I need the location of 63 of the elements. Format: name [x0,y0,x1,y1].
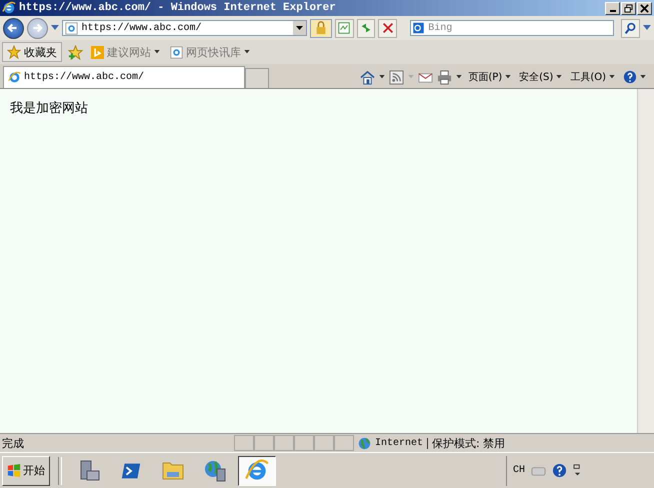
help-button[interactable] [621,70,648,84]
browser-tab[interactable]: https://www.abc.com/ [3,66,245,88]
caret-icon [505,75,512,79]
help-icon[interactable] [552,463,567,478]
window-title: https://www.abc.com/ - Windows Internet Explorer [19,2,336,14]
search-button[interactable] [621,18,640,38]
stop-icon [380,21,395,35]
globe-icon [358,436,371,450]
status-pane [334,435,354,451]
status-pane [314,435,334,451]
ie-page-icon [170,46,183,58]
favorites-button[interactable]: 收藏夹 [2,42,62,62]
home-icon[interactable] [360,70,376,84]
stop-button[interactable] [378,18,398,38]
close-button[interactable] [637,2,652,14]
vertical-scrollbar[interactable] [637,89,654,433]
refresh-icon [359,21,374,35]
minimize-icon [610,10,616,12]
star-icon [7,45,21,59]
search-options-arrow-icon[interactable] [643,25,652,31]
dropdown-arrow-icon[interactable] [456,75,462,79]
compatibility-view-button[interactable] [334,18,354,38]
page-text: 我是加密网站 [10,100,89,117]
close-icon [640,4,649,12]
feeds-icon[interactable] [389,70,404,84]
start-button[interactable]: 开始 [2,456,50,486]
caret-icon [609,75,615,79]
ie-logo-icon [2,1,16,15]
printer-icon[interactable] [437,70,452,84]
command-menu[interactable]: 安全(S) [517,70,564,84]
status-pane [254,435,274,451]
status-pane [234,435,254,451]
network-tray-icon[interactable] [573,464,582,478]
command-menu[interactable]: 工具(O) [568,70,617,84]
windows-logo-icon [7,464,21,478]
globe-server-icon [203,458,227,482]
caret-icon [244,50,250,54]
bing-logo-icon [91,46,104,58]
security-zone-text: Internet [375,438,424,448]
restore-button[interactable] [621,2,636,14]
lock-icon [314,21,328,35]
address-field[interactable]: https://www.abc.com/ [62,20,307,36]
caret-icon [556,75,562,79]
minimize-button[interactable] [605,2,620,14]
status-pane [274,435,294,451]
protected-mode-text: 保护模式: 禁用 [432,436,506,450]
search-icon [624,22,638,34]
status-pane [294,435,314,451]
restore-icon [624,4,633,12]
refresh-button[interactable] [356,18,376,38]
back-button[interactable] [3,18,24,38]
ie-logo-icon [8,71,21,84]
caret-icon [154,50,160,54]
help-icon [623,70,637,84]
ie-page-icon [64,22,78,34]
taskbar-app-button[interactable] [238,456,276,486]
status-text: 完成 [1,436,25,450]
add-favorite-star-icon[interactable] [68,44,83,60]
command-menu[interactable]: 页面(P) [466,70,514,84]
page-chart-icon [337,21,352,35]
dropdown-arrow-icon[interactable] [379,75,386,79]
caret-icon [640,75,646,79]
language-indicator[interactable]: CH [512,465,525,476]
